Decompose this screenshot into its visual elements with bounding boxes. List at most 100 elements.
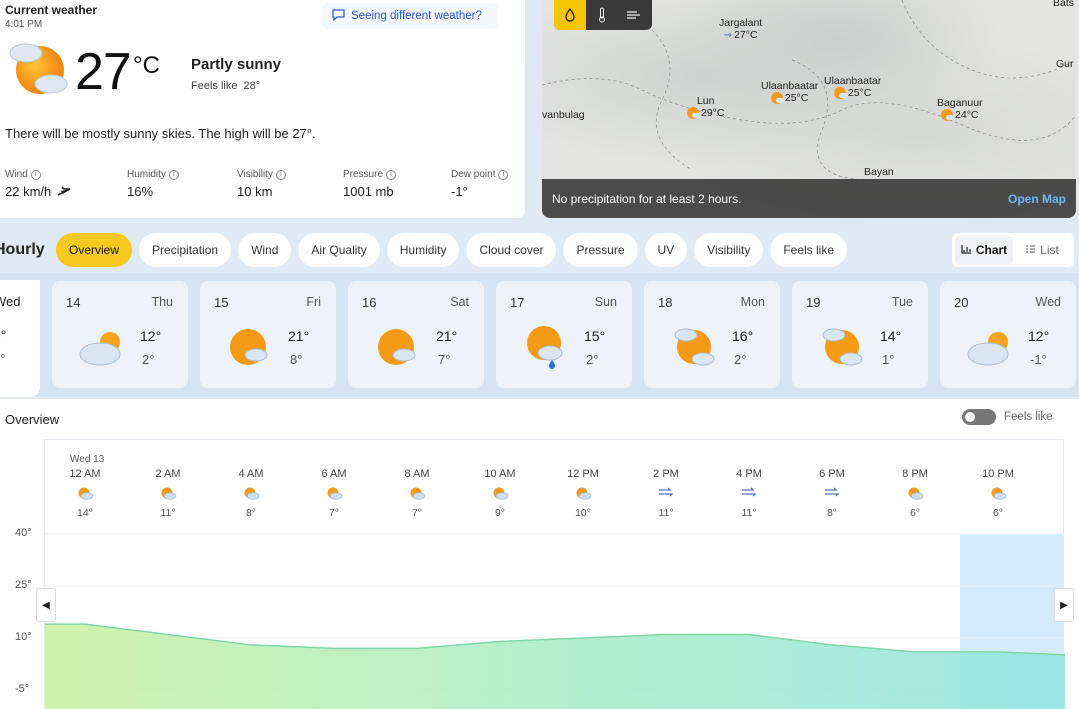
day-card[interactable]: 18 Mon 16° 2° [644,281,780,388]
hour-column[interactable]: 10 PM 6° [968,440,1028,519]
tab-humidity[interactable]: Humidity [386,233,460,267]
day-date: 15 [214,295,229,310]
tab-pressure[interactable]: Pressure [563,233,638,267]
stat-visibility: Visibility i 10 km [237,169,286,199]
map-city-bayan[interactable]: Bayan [864,166,894,178]
tab-uv[interactable]: UV [644,233,688,267]
hourly-label: Hourly [0,241,45,258]
info-icon[interactable]: i [498,169,509,180]
chart-scroll-right-button[interactable]: ▶ [1054,588,1074,622]
hour-column[interactable]: 8 AM 7° [387,440,447,519]
open-map-link[interactable]: Open Map [1008,192,1066,206]
tab-precipitation[interactable]: Precipitation [139,233,232,267]
day-high: 15° [584,328,606,344]
wind-icon [719,486,779,502]
hour-temperature: 8° [826,507,838,519]
day-date: 19 [806,295,821,310]
hour-column[interactable]: 8 PM 6° [885,440,945,519]
city-name: Lun [696,95,715,107]
wind-direction-icon [57,184,71,199]
temperature-layer-button[interactable] [586,0,618,30]
info-icon[interactable]: i [275,169,286,180]
hour-label: 8 AM [404,468,430,480]
tab-wind[interactable]: Wind [238,233,292,267]
map-city-baganuur[interactable]: Baganuur 24°C [937,97,983,121]
map-city-jargalant[interactable]: Jargalant ⇝ 27°C [719,17,762,41]
hourly-chart[interactable]: Wed 13 12 AM 14° 2 AM 11° 4 AM 8° 6 AM 7° 8 AM 7°… [44,439,1065,709]
city-name: Jargalant [719,17,763,29]
hour-column[interactable]: 4 PM 11° [719,440,779,519]
hour-temperature: 11° [741,507,757,519]
day-date: 16 [362,295,377,310]
day-high: 12° [140,328,162,344]
hour-temperature: 10° [575,507,591,519]
day-card[interactable]: 14 Thu 12° 2° [52,281,188,388]
partly-cloudy-night-icon [138,486,198,502]
day-card[interactable]: 17 Sun 15° 2° [496,281,632,388]
day-name: Tue [891,295,913,309]
day-card[interactable]: 16 Sat 21° 7° [348,281,484,388]
hour-label: 2 PM [653,468,679,480]
day-high: 21° [436,328,458,344]
hourly-tabs: Overview Precipitation Wind Air Quality … [56,233,847,267]
hour-column[interactable]: 2 PM 11° [636,440,696,519]
temperature-unit: °C [133,52,160,79]
info-icon[interactable]: i [168,169,179,180]
wind-icon [802,486,862,502]
list-view-label: List [1040,243,1059,257]
stat-dew-point: Dew point i -1° [451,169,509,199]
hour-column[interactable]: 4 AM 8° [221,440,281,519]
hour-temperature: 7° [411,507,423,519]
hour-label: 6 AM [321,468,347,480]
day-name: Mon [740,295,765,309]
feels-like-value: 28° [243,80,261,92]
hour-column[interactable]: 12 AM 14° [55,440,115,519]
day-card[interactable]: 15 Fri 21° 8° [200,281,336,388]
chart-view-button[interactable]: Chart [955,236,1013,264]
hour-column[interactable]: 12 PM 10° [553,440,613,519]
stat-label: Wind [5,169,28,180]
list-view-button[interactable]: List [1013,236,1071,264]
day-high: 14° [880,328,902,344]
info-icon[interactable]: i [386,169,397,180]
day-date: 17 [510,295,525,310]
day-card[interactable]: 19 Tue 14° 1° [792,281,928,388]
map-city-lun[interactable]: Lun 29°C [687,95,724,119]
day-card[interactable]: 20 Wed 12° -1° [940,281,1076,388]
hour-temperature: 9° [494,507,506,519]
tab-overview[interactable]: Overview [56,233,133,267]
cloudy-night-icon [387,486,447,502]
hour-column[interactable]: 10 AM 9° [470,440,530,519]
wind-layer-button[interactable] [618,0,650,30]
feels-like-toggle[interactable]: Feels like [962,409,1053,425]
city-temp: 25°C [847,87,872,99]
map-city-ulaanbaatar[interactable]: Ulaanbaatar 25°C [761,80,818,104]
toggle-switch[interactable] [962,409,996,425]
hour-column[interactable]: 6 AM 7° [304,440,364,519]
info-icon[interactable]: i [30,169,41,180]
city-temp: 27°C [734,29,758,41]
hour-temperature: 14° [77,507,93,519]
day-high: 1° [0,327,7,343]
y-tick-label: 10° [15,631,32,643]
city-name: Ulaanbaatar [824,75,882,87]
hour-column[interactable]: 2 AM 11° [138,440,198,519]
tab-air-quality[interactable]: Air Quality [298,233,380,267]
weather-map[interactable]: Jargalant ⇝ 27°C Ulaanbaatar 25°C Ulaanba… [542,0,1076,218]
tab-visibility[interactable]: Visibility [694,233,764,267]
precipitation-layer-button[interactable] [554,0,586,30]
sun-rain-icon [522,325,570,369]
day-card-partial[interactable]: Wed 1° 3° [0,280,40,397]
cloud-sun-icon [966,325,1014,369]
y-tick-label: 25° [15,579,32,591]
map-city-ulaanbaatar-2[interactable]: Ulaanbaatar 25°C [824,75,881,99]
chart-scroll-left-button[interactable]: ◀ [36,588,56,622]
partly-sunny-icon [6,40,70,98]
seeing-different-weather-button[interactable]: Seeing different weather? [322,3,498,29]
rain-night-icon [968,486,1028,502]
tab-feels-like[interactable]: Feels like [770,233,847,267]
tab-cloud-cover[interactable]: Cloud cover [466,233,557,267]
hour-column[interactable]: 6 PM 8° [802,440,862,519]
day-low: 2° [142,352,155,367]
hour-label: 8 PM [902,468,928,480]
